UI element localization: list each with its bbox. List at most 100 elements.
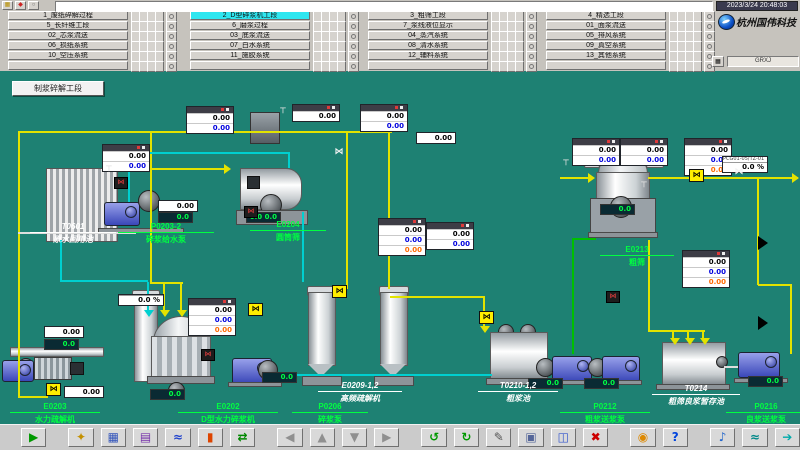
manual-valve-icon[interactable]: ┬: [104, 163, 114, 172]
menu-button[interactable]: 05_排风系统: [546, 31, 666, 40]
menu-button[interactable]: 01_面浆流送: [546, 21, 666, 30]
instrument-display[interactable]: 0.000.00: [572, 138, 620, 166]
instrument-display[interactable]: 0.000.000.00: [188, 298, 236, 336]
motor-run-display: 0.0: [584, 378, 619, 389]
session-icon-button[interactable]: ▦: [712, 56, 724, 67]
manual-valve-icon[interactable]: ┬: [639, 179, 649, 188]
session-field[interactable]: GRXJ: [727, 56, 799, 67]
meter-value: 0.00: [189, 325, 235, 335]
menu-button[interactable]: 11_施胶系统: [190, 51, 310, 60]
equipment-label: E0203水力疏解机: [10, 402, 100, 425]
menu-button[interactable]: 04_蒸汽系统: [368, 31, 488, 40]
temperature-button[interactable]: ▮: [198, 428, 223, 447]
login-key-button[interactable]: ✦: [68, 428, 93, 447]
shutoff-valve-icon[interactable]: ⋈: [606, 291, 620, 303]
run-button[interactable]: ▶: [21, 428, 46, 447]
butterfly-valve-icon[interactable]: ⋈: [332, 147, 346, 157]
menu-button[interactable]: 09_真空系统: [546, 41, 666, 50]
message-field[interactable]: [55, 1, 713, 12]
nav-back-button[interactable]: ◀: [277, 428, 302, 447]
menu-button[interactable]: [8, 61, 128, 70]
menu-cell[interactable]: [693, 61, 702, 72]
instrument-display[interactable]: 0.000.00: [426, 222, 474, 250]
shutoff-valve-icon[interactable]: ⋈: [244, 206, 258, 218]
nav-down-button[interactable]: ▼: [342, 428, 367, 447]
report-button[interactable]: ▦: [101, 428, 126, 447]
nav-up-button[interactable]: ▲: [310, 428, 335, 447]
audio-button[interactable]: ♪: [710, 428, 735, 447]
vessel-e0209-2[interactable]: [380, 292, 408, 366]
menu-cell[interactable]: [155, 61, 164, 72]
shutoff-valve-icon[interactable]: ⋈: [201, 349, 215, 361]
menu-button[interactable]: [190, 61, 310, 70]
solenoid-valve-icon[interactable]: ⋈: [479, 311, 494, 324]
instrument-display[interactable]: 0.000.00: [360, 104, 408, 132]
solenoid-valve-icon[interactable]: ⋈: [46, 383, 61, 396]
menu-button[interactable]: 06_损纸系统: [8, 41, 128, 50]
delete-button[interactable]: ✖: [583, 428, 608, 447]
menu-button[interactable]: 4_精选工段: [546, 11, 666, 20]
manual-valve-icon[interactable]: ┬: [561, 157, 571, 166]
instrument-display[interactable]: 0.00: [44, 326, 84, 338]
meter-header: [685, 139, 731, 145]
print-button[interactable]: ▣: [518, 428, 543, 447]
menu-button[interactable]: 03_底浆流送: [190, 31, 310, 40]
menu-button[interactable]: 5_长纤维工段: [8, 21, 128, 30]
menu-button[interactable]: 3_粗筛工段: [368, 11, 488, 20]
menu-button[interactable]: [368, 61, 488, 70]
vessel-e0209-1[interactable]: [308, 292, 336, 366]
alarm-button[interactable]: ◉: [630, 428, 655, 447]
menu-cell[interactable]: [337, 61, 346, 72]
edit-button[interactable]: ✎: [486, 428, 511, 447]
e0213-base: [588, 232, 658, 238]
redo-button[interactable]: ↻: [454, 428, 479, 447]
solenoid-valve-icon[interactable]: ⋈: [332, 285, 347, 298]
menu-button[interactable]: 10_空压系统: [8, 51, 128, 60]
instrument-display[interactable]: 0.000.00: [186, 106, 234, 134]
instrument-display[interactable]: 0.000.000.00: [682, 250, 730, 288]
menu-button[interactable]: [546, 61, 666, 70]
menu-button[interactable]: 02_芯浆流送: [8, 31, 128, 40]
instrument-display[interactable]: 0.000.000.00: [378, 218, 426, 256]
system-grid-button[interactable]: ▦: [2, 1, 13, 10]
motor-p0203-2[interactable]: [138, 190, 160, 212]
manual-valve-icon[interactable]: ┬: [278, 105, 288, 114]
solenoid-valve-icon[interactable]: ⋈: [248, 303, 263, 316]
alarm-ack-button[interactable]: ◆: [15, 1, 26, 10]
save-button[interactable]: ◫: [551, 428, 576, 447]
instrument-display[interactable]: 0.00: [158, 200, 198, 212]
help-button[interactable]: ?: [663, 428, 688, 447]
menu-button[interactable]: 12_辅料系统: [368, 51, 488, 60]
page-title-button[interactable]: 制浆碎解工段: [12, 81, 104, 96]
menu-button[interactable]: 6_磨浆过程: [190, 21, 310, 30]
instrument-display[interactable]: 0.000.00: [620, 138, 668, 166]
menu-cell[interactable]: [515, 61, 524, 72]
datasheet-button[interactable]: ▤: [133, 428, 158, 447]
menu-button[interactable]: 1_废纸碎解过程: [8, 11, 128, 20]
butterfly-valve-icon[interactable]: ⋈: [732, 167, 746, 177]
menu-button[interactable]: 08_清水系统: [368, 41, 488, 50]
flow-arrow-icon: [160, 310, 170, 317]
chart-button[interactable]: ≈: [742, 428, 767, 447]
pump-p0216[interactable]: [738, 352, 780, 378]
transfer-button[interactable]: ⇄: [230, 428, 255, 447]
exit-button[interactable]: ➔: [775, 428, 800, 447]
menu-button[interactable]: 7_浆线液位显示: [368, 21, 488, 30]
instrument-display[interactable]: 0.00: [64, 386, 104, 398]
instrument-display[interactable]: 0.00: [292, 104, 340, 122]
trend-button[interactable]: ≈: [165, 428, 190, 447]
menu-button[interactable]: 13_其他系统: [546, 51, 666, 60]
meter-tag-icon: [719, 140, 722, 143]
menu-button[interactable]: 07_白水系统: [190, 41, 310, 50]
undo-button[interactable]: ↺: [421, 428, 446, 447]
nav-forward-button[interactable]: ▶: [374, 428, 399, 447]
deflaker-e0203[interactable]: [34, 357, 72, 380]
solenoid-valve-icon[interactable]: ⋈: [689, 169, 704, 182]
feeder-machine[interactable]: [250, 112, 280, 144]
meter-pen-icon: [400, 106, 403, 109]
positioner-display[interactable]: 0.0 %: [118, 294, 164, 306]
menu-button[interactable]: 2_D型碎浆机工段: [190, 11, 310, 20]
shutoff-valve-icon[interactable]: ⋈: [114, 177, 128, 189]
status-button[interactable]: ○: [28, 1, 39, 10]
instrument-display[interactable]: 0.00: [416, 132, 456, 144]
